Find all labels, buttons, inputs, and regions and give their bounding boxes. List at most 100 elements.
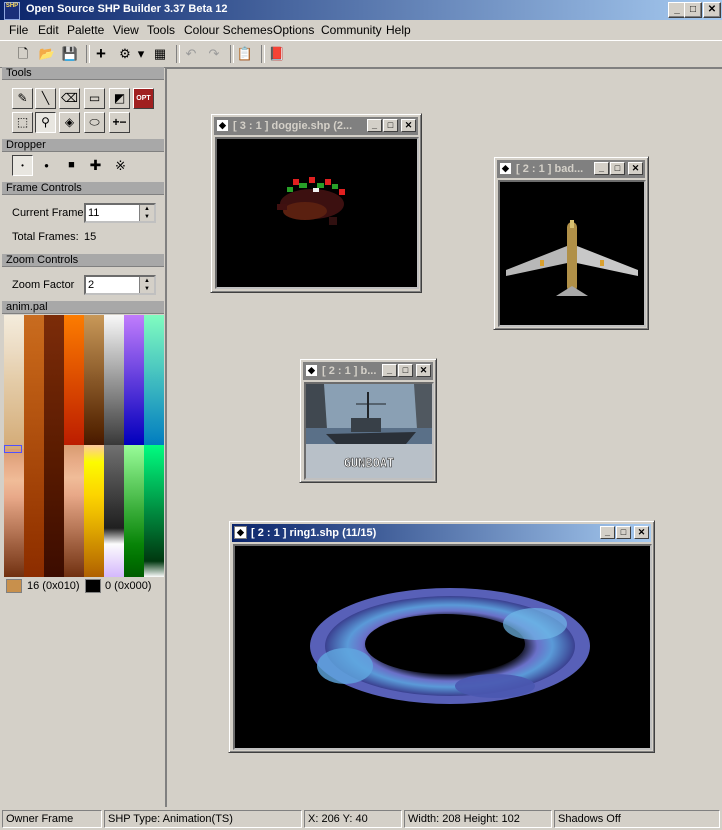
palette-column[interactable] [64, 315, 84, 577]
select-tool-icon[interactable]: ⬚ [12, 112, 33, 133]
book-icon[interactable]: 📕 [268, 45, 286, 63]
brush-size-2-icon[interactable]: ● [36, 155, 57, 176]
preview-icon[interactable]: ▦ [151, 45, 169, 63]
zoom-factor-spinner[interactable]: 2 ▲ ▼ [84, 275, 156, 295]
spin-up-icon[interactable]: ▲ [140, 205, 154, 213]
gunboat-window-titlebar[interactable]: ◆ [ 2 : 1 ] b... _ □ ✕ [303, 362, 433, 380]
current-frame-spinner[interactable]: 11 ▲ ▼ [84, 203, 156, 223]
palette-column-bottom[interactable] [124, 445, 144, 577]
save-disk-icon[interactable]: 💾 [61, 45, 79, 63]
ring-window-titlebar[interactable]: ◆ [ 2 : 1 ] ring1.shp (11/15) _ □ ✕ [232, 524, 651, 542]
primary-color-swatch[interactable] [6, 579, 22, 593]
new-file-icon[interactable]: 🗋 [14, 45, 32, 63]
ring-window[interactable]: ◆ [ 2 : 1 ] ring1.shp (11/15) _ □ ✕ [228, 520, 655, 753]
fill-tool-icon[interactable]: ◈ [59, 112, 80, 133]
gunboat-window[interactable]: ◆ [ 2 : 1 ] b... _ □ ✕ GUNBOAT [299, 358, 437, 483]
palette-column-top[interactable] [104, 315, 124, 445]
frame-controls-header: Frame Controls [2, 182, 164, 195]
menu-colour-schemes[interactable]: Colour Schemes [184, 23, 273, 37]
chevron-down-icon[interactable]: ▾ [136, 45, 146, 63]
maximize-button[interactable]: □ [610, 162, 625, 175]
palette-column-bottom[interactable] [64, 445, 84, 577]
title-bar[interactable]: SHP Open Source SHP Builder 3.37 Beta 12… [0, 0, 722, 20]
properties-icon[interactable]: 📋 [236, 45, 254, 63]
spin-down-icon[interactable]: ▼ [140, 285, 154, 293]
effects-icon[interactable]: ⚙ [116, 45, 134, 63]
palette-column-bottom[interactable] [144, 445, 164, 577]
doggie-window-titlebar[interactable]: ◆ [ 3 : 1 ] doggie.shp (2... _ □ ✕ [214, 117, 418, 135]
plane-canvas[interactable] [498, 180, 646, 327]
menu-help[interactable]: Help [386, 23, 411, 37]
maximize-button[interactable]: □ [616, 526, 631, 539]
palette-column[interactable] [84, 315, 104, 577]
minimize-button[interactable]: _ [382, 364, 397, 377]
menu-community[interactable]: Community [321, 23, 382, 37]
brush-size-3-icon[interactable]: ■ [61, 155, 82, 176]
toolbar-separator [230, 45, 234, 63]
close-button[interactable]: ✕ [416, 364, 431, 377]
opt-tool-icon[interactable]: OPT [133, 88, 154, 109]
spinner-arrows[interactable]: ▲ ▼ [139, 205, 154, 221]
close-button[interactable]: ✕ [628, 162, 643, 175]
menu-file[interactable]: File [9, 23, 28, 37]
tools-header: Tools [2, 67, 164, 80]
palette-column[interactable] [144, 315, 164, 577]
minimize-button[interactable]: _ [600, 526, 615, 539]
doggie-sprite [277, 177, 345, 225]
palette-grid[interactable] [4, 315, 164, 577]
palette-column-bottom[interactable] [4, 449, 24, 577]
pencil-tool-icon[interactable]: ✎ [12, 88, 33, 109]
plane-window-titlebar[interactable]: ◆ [ 2 : 1 ] bad... _ □ ✕ [497, 160, 645, 178]
maximize-button[interactable]: □ [398, 364, 413, 377]
palette-column-bottom[interactable] [84, 445, 104, 577]
palette-column-top[interactable] [84, 315, 104, 445]
spin-up-icon[interactable]: ▲ [140, 277, 154, 285]
line-tool-icon[interactable]: ╲ [35, 88, 56, 109]
palette-column-top[interactable] [124, 315, 144, 445]
open-folder-icon[interactable]: 📂 [38, 45, 56, 63]
menu-palette[interactable]: Palette [67, 23, 104, 37]
doggie-canvas[interactable] [215, 137, 419, 289]
menu-options[interactable]: Options [273, 23, 314, 37]
plane-window[interactable]: ◆ [ 2 : 1 ] bad... _ □ ✕ [493, 156, 649, 330]
doggie-window[interactable]: ◆ [ 3 : 1 ] doggie.shp (2... _ □ ✕ [210, 113, 422, 293]
spin-down-icon[interactable]: ▼ [140, 213, 154, 221]
shp-document-icon: ◆ [499, 162, 512, 175]
minimize-button[interactable]: _ [367, 119, 382, 132]
darken-lighten-tool-icon[interactable]: ◩ [109, 88, 130, 109]
close-button[interactable]: ✕ [634, 526, 649, 539]
ellipse-tool-icon[interactable]: ⬭ [84, 112, 105, 133]
crash-tool-icon[interactable]: +− [109, 112, 130, 133]
rectangle-tool-icon[interactable]: ▭ [84, 88, 105, 109]
palette-column[interactable] [24, 315, 44, 577]
palette-column[interactable] [124, 315, 144, 577]
eraser-tool-icon[interactable]: ⌫ [59, 88, 80, 109]
maximize-button[interactable]: □ [383, 119, 398, 132]
secondary-color-swatch[interactable] [85, 579, 101, 593]
menu-view[interactable]: View [113, 23, 139, 37]
palette-column[interactable] [104, 315, 124, 577]
close-button[interactable]: ✕ [703, 2, 721, 18]
dropper-tool-icon[interactable]: ⚲ [35, 112, 56, 133]
menu-edit[interactable]: Edit [38, 23, 59, 37]
palette-column-top[interactable] [64, 315, 84, 445]
brush-size-4-icon[interactable]: ✚ [85, 155, 106, 176]
shp-document-icon: ◆ [305, 364, 318, 377]
palette-column[interactable] [44, 315, 64, 577]
redo-icon[interactable]: ↷ [205, 45, 223, 63]
menu-tools[interactable]: Tools [147, 23, 175, 37]
add-frame-icon[interactable]: + [92, 45, 110, 63]
ring-canvas[interactable] [233, 544, 652, 750]
close-button[interactable]: ✕ [401, 119, 416, 132]
palette-column-bottom[interactable] [104, 445, 124, 577]
palette-column-top[interactable] [144, 315, 164, 445]
minimize-button[interactable]: _ [594, 162, 609, 175]
brush-size-1-icon[interactable]: • [12, 155, 33, 176]
palette-header: anim.pal [2, 301, 164, 314]
brush-spray-icon[interactable]: ※ [110, 155, 131, 176]
maximize-button[interactable]: □ [684, 2, 702, 18]
undo-icon[interactable]: ↶ [182, 45, 200, 63]
gunboat-canvas[interactable]: GUNBOAT [304, 382, 434, 480]
spinner-arrows[interactable]: ▲ ▼ [139, 277, 154, 293]
menu-bar: File Edit Palette View Tools Colour Sche… [0, 20, 722, 39]
